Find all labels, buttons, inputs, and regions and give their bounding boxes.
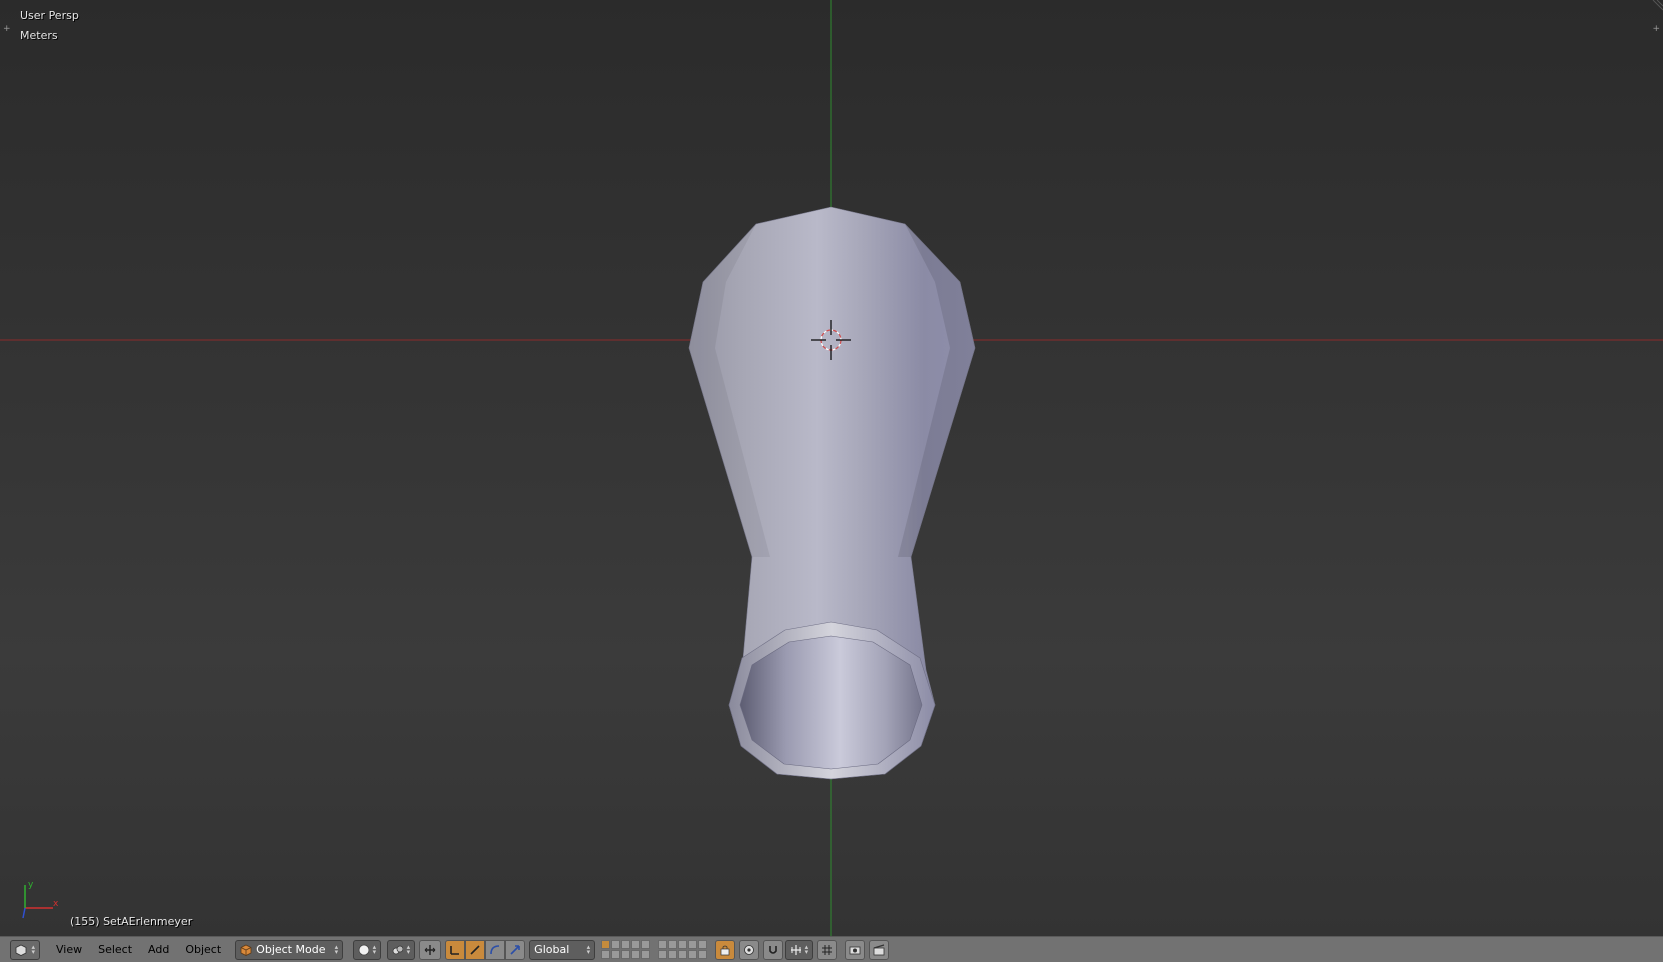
dropdown-arrows-icon: ▴ ▾ [804,942,809,956]
header-menu: View Select Add Object [48,939,229,961]
layer-10[interactable] [698,940,708,949]
cube-icon [240,944,252,956]
blender-window: x y User Persp Meters (155) SetAErlenmey… [0,0,1663,962]
snap-target-icon [791,944,801,955]
object-info-label: (155) SetAErlenmeyer [70,915,193,928]
orientation-label: Global [534,943,570,956]
translate-manipulator-button[interactable] [445,939,466,960]
manipulator-toggle[interactable] [419,939,442,960]
layer-18[interactable] [678,950,688,959]
opengl-render-animation-button[interactable] [869,939,890,960]
layer-16[interactable] [658,950,668,959]
area-corner-icon[interactable] [1649,0,1663,14]
menu-select[interactable]: Select [90,939,140,961]
dropdown-arrows-icon: ▴ ▾ [334,942,339,956]
layer-6[interactable] [658,940,668,949]
editor-type-selector[interactable]: ▴ ▾ [10,939,40,960]
translate-icon [450,945,460,955]
gizmo-y-label: y [28,880,34,890]
layers-grid-left[interactable] [601,940,651,959]
snap-target-button[interactable] [817,939,838,960]
manipulator-icon [424,944,436,955]
mode-label: Object Mode [256,943,326,956]
lock-camera-layers-button[interactable] [715,939,736,960]
dropdown-arrows-icon: ▴ ▾ [586,942,591,956]
rotate-icon [470,944,480,955]
rotate-manipulator-button[interactable] [465,939,486,960]
scale-icon [490,944,500,954]
solid-sphere-icon [358,944,369,955]
units-label: Meters [20,29,58,42]
layer-1[interactable] [601,940,611,949]
dropdown-arrows-icon: ▴ ▾ [406,942,411,956]
layer-14[interactable] [631,950,641,959]
lock-icon [720,945,730,955]
3d-view-icon [15,944,27,956]
arrow-icon [510,944,520,955]
layers-grid-right[interactable] [658,940,708,959]
camera-icon [849,946,861,954]
layer-8[interactable] [678,940,688,949]
scene-canvas: x y [0,0,1663,936]
layer-11[interactable] [601,950,611,959]
layer-15[interactable] [641,950,651,959]
layer-12[interactable] [611,950,621,959]
viewport-shading-selector[interactable]: ▴ ▾ [353,939,382,960]
dropdown-arrows-icon: ▴ ▾ [31,942,35,956]
area-split-handle-left-icon[interactable]: + [3,24,11,34]
transform-manipulators-group [445,939,526,960]
proportional-editing-button[interactable] [739,939,760,960]
normal-manipulator-button[interactable] [505,939,526,960]
pivot-icon [392,945,403,954]
transform-orientation-selector[interactable]: Global ▴ ▾ [529,939,596,960]
layer-20[interactable] [698,950,708,959]
layer-3[interactable] [621,940,631,949]
proportional-icon [744,944,755,955]
layer-19[interactable] [688,950,698,959]
opengl-render-button[interactable] [845,939,866,960]
layer-5[interactable] [641,940,651,949]
menu-view[interactable]: View [48,939,90,961]
layer-2[interactable] [611,940,621,949]
scale-manipulator-button[interactable] [485,939,506,960]
menu-add[interactable]: Add [140,939,177,961]
mode-selector[interactable]: Object Mode ▴ ▾ [235,939,344,960]
gizmo-x-label: x [53,899,59,909]
snap-element-selector[interactable]: ▴ ▾ [785,939,814,960]
dropdown-arrows-icon: ▴ ▾ [372,942,377,956]
viewport-header: ▴ ▾ View Select Add Object Object Mode ▴ ▾… [0,936,1663,962]
grid-snap-icon [822,944,833,955]
layer-17[interactable] [668,950,678,959]
area-split-handle-right-icon[interactable]: + [1652,24,1660,34]
pivot-point-selector[interactable]: ▴ ▾ [387,939,416,960]
view-name-label: User Persp [20,9,79,22]
magnet-icon [769,945,777,954]
layer-9[interactable] [688,940,698,949]
3d-viewport[interactable]: x y User Persp Meters (155) SetAErlenmey… [0,0,1663,936]
clapper-icon [873,943,885,955]
menu-object[interactable]: Object [177,939,229,961]
snap-toggle-button[interactable] [763,939,784,960]
layer-7[interactable] [668,940,678,949]
layer-13[interactable] [621,950,631,959]
flask-mesh[interactable] [688,206,976,780]
layer-4[interactable] [631,940,641,949]
